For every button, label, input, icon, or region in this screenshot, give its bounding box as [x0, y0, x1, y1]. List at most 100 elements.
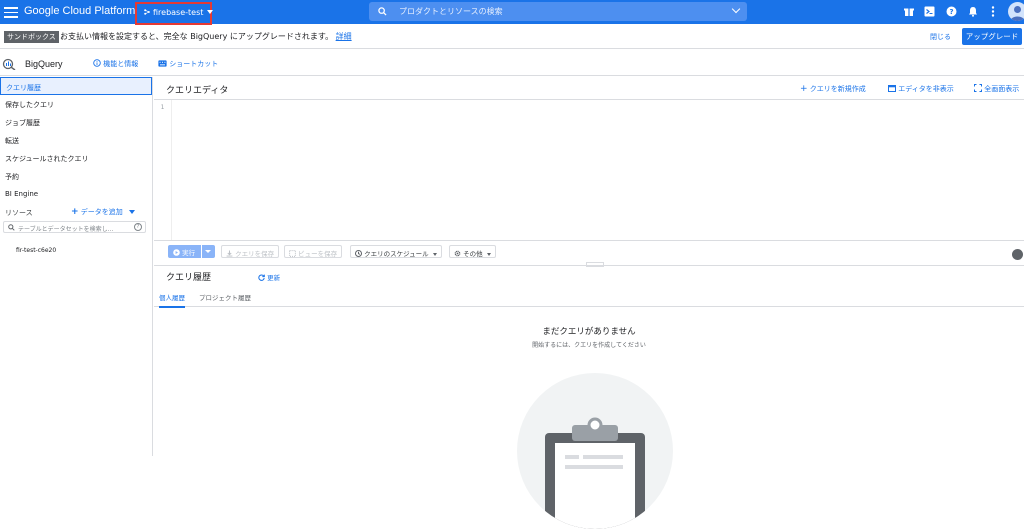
hide-editor-button[interactable]: エディタを非表示 — [888, 84, 954, 94]
plus-icon: + — [71, 207, 79, 217]
run-button[interactable]: 実行 — [168, 245, 215, 258]
more-button[interactable]: その他 — [449, 245, 496, 258]
schedule-query-label: クエリのスケジュール — [364, 250, 429, 258]
editor-header: クエリエディタ + クエリを新規作成 エディタを非表示 全画面表示 — [154, 77, 1024, 99]
shortcuts-link[interactable]: ショートカット — [158, 59, 218, 69]
more-label: その他 — [463, 250, 483, 258]
save-query-label: クエリを保存 — [235, 250, 275, 258]
sidebar-item-job-history[interactable]: ジョブ履歴 — [0, 113, 152, 131]
empty-state-subtitle: 開始するには、クエリを作成してください — [532, 342, 646, 349]
history-tabs: 個人履歴 プロジェクト履歴 — [154, 287, 1024, 308]
run-divider — [201, 245, 202, 258]
upgrade-button[interactable]: アップグレード — [962, 28, 1022, 45]
resource-search-input[interactable]: テーブルとデータセットを検索し... ? — [3, 221, 146, 233]
project-tree-icon — [144, 9, 150, 15]
info-icon — [93, 59, 101, 67]
tab-project-history[interactable]: プロジェクト履歴 — [199, 292, 251, 306]
resources-header: リソース + データを追加 — [0, 203, 152, 220]
play-icon — [173, 249, 180, 256]
save-query-button[interactable]: クエリを保存 — [221, 245, 280, 258]
search-placeholder: プロダクトとリソースの検索 — [399, 7, 503, 16]
line-number: 1 — [154, 100, 172, 241]
cloud-shell-icon[interactable] — [924, 6, 935, 17]
refresh-icon — [258, 274, 265, 281]
banner-message-text: お支払い情報を設定すると、完全な BigQuery にアップグレードされます。 — [60, 32, 334, 41]
sidebar-item-query-history[interactable]: クエリ履歴 — [0, 77, 152, 95]
avatar[interactable] — [1008, 2, 1024, 21]
details-link[interactable]: 詳細 — [336, 32, 352, 41]
search-icon — [8, 224, 15, 231]
history-title: クエリ履歴 — [166, 273, 212, 283]
caret-down-icon — [486, 252, 491, 258]
save-view-button[interactable]: ビューを保存 — [284, 245, 343, 258]
fullscreen-button[interactable]: 全画面表示 — [974, 84, 1019, 94]
query-toolbar: 実行 クエリを保存 ビューを保存 クエリのスケジュール その他 — [154, 240, 1024, 260]
empty-state-illustration — [517, 373, 673, 529]
banner-message: お支払い情報を設定すると、完全な BigQuery にアップグレードされます。 … — [60, 31, 352, 42]
page-title: BigQuery — [25, 59, 63, 69]
help-icon[interactable]: ? — [946, 6, 957, 17]
more-vert-icon[interactable] — [991, 6, 995, 17]
sidebar-item-bi-engine[interactable]: BI Engine — [0, 185, 152, 203]
caret-down-icon[interactable] — [129, 210, 135, 217]
gift-icon[interactable] — [904, 6, 914, 17]
bigquery-logo-icon — [2, 58, 16, 70]
fullscreen-label: 全画面表示 — [984, 85, 1020, 93]
project-name: firebase-test — [153, 8, 204, 17]
close-banner-button[interactable]: 閉じる — [930, 32, 951, 42]
new-query-button[interactable]: + クエリを新規作成 — [800, 84, 866, 94]
save-icon — [226, 250, 233, 257]
scroll-handle[interactable] — [1012, 249, 1023, 260]
sidebar-item-reservations[interactable]: 予約 — [0, 167, 152, 185]
add-data-button[interactable]: + データを追加 — [71, 207, 123, 217]
editor-panel-icon — [888, 85, 896, 92]
tab-personal-history[interactable]: 個人履歴 — [159, 292, 185, 308]
resources-label: リソース — [5, 209, 33, 217]
view-icon — [289, 250, 296, 257]
search-icon — [378, 7, 387, 16]
query-editor[interactable]: 1 — [154, 99, 1024, 241]
shortcuts-link-label: ショートカット — [169, 60, 219, 68]
brand-title[interactable]: Google Cloud Platform — [24, 5, 135, 17]
account-icon — [1010, 6, 1024, 21]
new-query-label: クエリを新規作成 — [809, 85, 866, 93]
keyboard-icon — [158, 60, 167, 67]
help-icon[interactable]: ? — [134, 223, 142, 231]
svg-text:?: ? — [949, 8, 953, 16]
sandbox-badge: サンドボックス — [4, 31, 59, 43]
sandbox-banner: サンドボックス お支払い情報を設定すると、完全な BigQuery にアップグレ… — [0, 24, 1024, 49]
top-bar: Google Cloud Platform firebase-test プロダク… — [0, 0, 1024, 25]
sidebar-item-scheduled-queries[interactable]: スケジュールされたクエリ — [0, 149, 152, 167]
notifications-icon[interactable] — [968, 6, 978, 17]
schedule-query-button[interactable]: クエリのスケジュール — [350, 245, 442, 258]
sidebar-item-transfers[interactable]: 転送 — [0, 131, 152, 149]
plus-icon: + — [800, 84, 808, 94]
bigquery-header: BigQuery 機能と情報 ショートカット — [0, 50, 1024, 76]
gear-icon — [454, 250, 461, 257]
sidebar: クエリ履歴 保存したクエリ ジョブ履歴 転送 スケジュールされたクエリ 予約 B… — [0, 77, 153, 456]
run-label: 実行 — [182, 249, 196, 257]
chevron-down-icon[interactable] — [731, 4, 741, 14]
features-link-label: 機能と情報 — [103, 60, 139, 68]
empty-state-title: まだクエリがありません — [542, 327, 636, 337]
editor-title: クエリエディタ — [166, 86, 229, 96]
save-view-label: ビューを保存 — [298, 250, 338, 258]
menu-icon[interactable] — [4, 4, 18, 20]
hide-editor-label: エディタを非表示 — [898, 85, 954, 93]
resource-search-placeholder: テーブルとデータセットを検索し... — [18, 226, 114, 233]
sidebar-item-saved-queries[interactable]: 保存したクエリ — [0, 95, 152, 113]
caret-down-icon — [207, 10, 214, 17]
clock-icon — [355, 250, 362, 257]
history-header: クエリ履歴 更新 — [154, 265, 1024, 285]
refresh-label: 更新 — [267, 274, 281, 282]
fullscreen-icon — [974, 84, 982, 92]
project-resource-item[interactable]: fir-test-c6e20 — [16, 247, 152, 254]
main-panel: クエリエディタ + クエリを新規作成 エディタを非表示 全画面表示 1 実行 ク… — [154, 77, 1024, 529]
clipboard-icon — [545, 417, 645, 529]
product-search[interactable]: プロダクトとリソースの検索 — [369, 2, 747, 21]
caret-down-icon[interactable] — [205, 250, 211, 256]
features-link[interactable]: 機能と情報 — [93, 59, 138, 69]
project-selector[interactable]: firebase-test — [135, 2, 214, 25]
refresh-button[interactable]: 更新 — [258, 272, 280, 282]
caret-down-icon — [432, 252, 437, 258]
